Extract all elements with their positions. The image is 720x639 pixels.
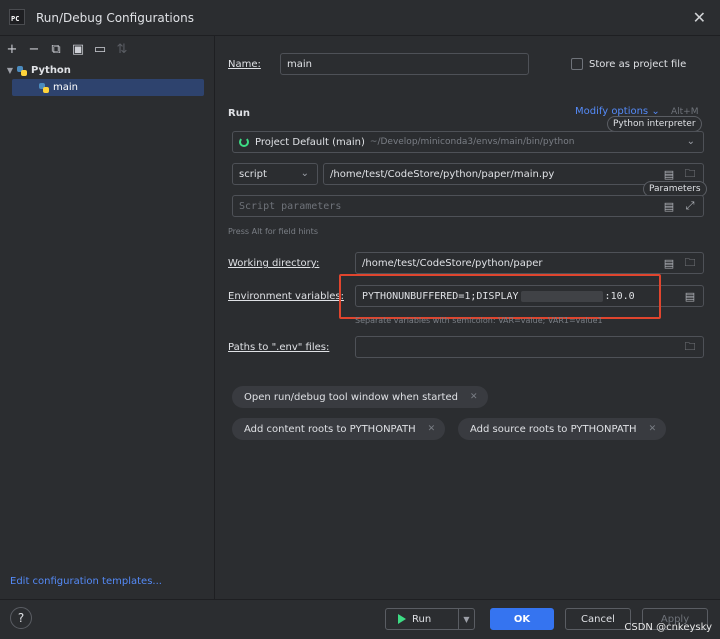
app-icon-label: PC [11,15,20,23]
run-icon [398,614,406,624]
config-tree: ▼ Python main [4,62,204,96]
tree-item-python[interactable]: ▼ Python [4,62,204,79]
edit-templates-link[interactable]: Edit configuration templates... [10,576,162,587]
env-vars-label: Environment variables: [228,291,344,302]
ok-button[interactable]: OK [490,608,554,630]
field-hint-text: Press Alt for field hints [228,227,318,236]
dotenv-label: Paths to ".env" files: [228,342,329,353]
dotenv-input[interactable] [355,336,704,358]
chevron-down-icon: ⌄ [300,168,309,179]
chevron-down-icon: ⌄ [686,136,695,147]
name-label-text: Name: [228,59,261,70]
python-icon [16,65,28,77]
dialog-footer: ? Run ▼ OK Cancel Apply CSDN @cnkeysky [0,599,720,639]
loading-spinner-icon [239,137,249,147]
document-icon[interactable]: ▤ [683,289,697,303]
chip-label: Add source roots to PYTHONPATH [470,423,637,435]
folder-icon[interactable]: 🗀 [683,167,697,181]
chip-label: Add content roots to PYTHONPATH [244,423,416,435]
highlight-annotation [339,274,661,319]
pycharm-app-icon: PC [9,9,25,25]
name-label: Name: [228,59,261,70]
title-bar: PC Run/Debug Configurations ✕ [0,0,720,36]
interpreter-select[interactable]: Project Default (main) ~/Develop/minicon… [232,131,704,153]
script-params-placeholder: Script parameters [239,200,342,212]
chevron-down-icon[interactable]: ▼ [458,609,474,629]
run-label: Run [412,613,432,625]
folder-icon[interactable]: 🗀 [683,256,697,270]
config-form: Name: main Store as project file Run Mod… [216,36,720,599]
expand-icon[interactable]: ⤢ [683,199,697,213]
sidebar-toolbar: + − ⧉ ▣ ▭ ⇅ [4,40,130,58]
workdir-value: /home/test/CodeStore/python/paper [362,257,543,269]
tree-item-label: Python [31,65,71,76]
script-type-select[interactable]: script ⌄ [232,163,318,185]
env-label-text: Environment variables: [228,291,344,302]
save-icon[interactable]: ▣ [70,41,86,57]
interpreter-tooltip: Python interpreter [607,116,702,132]
script-type-value: script [239,168,267,180]
tree-item-main[interactable]: main [12,79,204,96]
chip-open-tool-window[interactable]: Open run/debug tool window when started ✕ [232,386,488,408]
close-icon[interactable]: ✕ [693,8,706,27]
chip-source-roots[interactable]: Add source roots to PYTHONPATH ✕ [458,418,667,440]
document-icon[interactable]: ▤ [662,167,676,181]
working-directory-input[interactable]: /home/test/CodeStore/python/paper [355,252,704,274]
interpreter-path: ~/Develop/miniconda3/envs/main/bin/pytho… [369,137,575,147]
document-icon[interactable]: ▤ [662,256,676,270]
sort-icon[interactable]: ⇅ [114,41,130,57]
workdir-label-text: Working directory: [228,258,320,269]
cancel-button[interactable]: Cancel [565,608,631,630]
run-button[interactable]: Run ▼ [385,608,475,630]
env-hint-text: Separate variables with semicolon: VAR=v… [355,316,603,325]
chevron-down-icon[interactable]: ▼ [4,66,16,75]
close-icon[interactable]: ✕ [649,424,657,434]
python-file-icon [38,82,50,94]
close-icon[interactable]: ✕ [428,424,436,434]
remove-icon[interactable]: − [26,41,42,57]
tree-item-label: main [53,82,78,93]
document-icon[interactable]: ▤ [662,199,676,213]
config-sidebar: + − ⧉ ▣ ▭ ⇅ ▼ Python main Edit configura… [0,36,215,599]
store-project-label: Store as project file [589,59,687,70]
dotenv-label-text: Paths to ".env" files: [228,342,330,353]
script-path-value: /home/test/CodeStore/python/paper/main.p… [330,168,555,180]
help-button[interactable]: ? [10,607,32,629]
interpreter-name: Project Default (main) [255,136,365,148]
working-directory-label: Working directory: [228,258,319,269]
chip-label: Open run/debug tool window when started [244,391,458,403]
script-params-input[interactable]: Script parameters [232,195,704,217]
run-section-title: Run [228,108,250,119]
chip-content-roots[interactable]: Add content roots to PYTHONPATH ✕ [232,418,446,440]
close-icon[interactable]: ✕ [470,392,478,402]
window-title: Run/Debug Configurations [36,11,194,25]
name-input[interactable]: main [280,53,529,75]
add-icon[interactable]: + [4,41,20,57]
watermark-text: CSDN @cnkeysky [624,622,712,633]
store-project-checkbox[interactable] [571,58,583,70]
copy-icon[interactable]: ⧉ [48,41,64,57]
folder-icon[interactable]: 🗀 [683,340,697,354]
move-to-folder-icon[interactable]: ▭ [92,41,108,57]
